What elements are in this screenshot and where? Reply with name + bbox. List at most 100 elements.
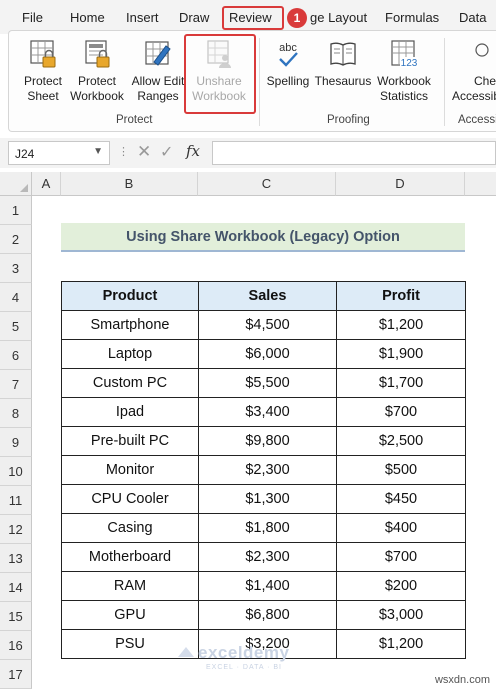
row-header[interactable]: 9 bbox=[0, 428, 32, 457]
cell-profit[interactable]: $1,700 bbox=[336, 368, 466, 398]
cell-sales[interactable]: $1,300 bbox=[198, 484, 337, 514]
spelling-label: Spelling bbox=[266, 74, 310, 88]
column-header-c[interactable]: C bbox=[198, 172, 336, 196]
column-header-d[interactable]: D bbox=[336, 172, 465, 196]
cell-product[interactable]: Casing bbox=[61, 513, 199, 543]
row-header[interactable]: 8 bbox=[0, 399, 32, 428]
cell-profit[interactable]: $1,900 bbox=[336, 339, 466, 369]
cell-product[interactable]: Smartphone bbox=[61, 310, 199, 340]
tab-data[interactable]: Data bbox=[459, 10, 486, 25]
insert-function-button[interactable]: fx bbox=[186, 142, 200, 160]
tab-page-layout[interactable]: ge Layout bbox=[310, 10, 367, 25]
protect-group-label: Protect bbox=[116, 114, 153, 126]
protect-sheet-label-1: Protect bbox=[23, 74, 62, 88]
tab-insert[interactable]: Insert bbox=[126, 10, 159, 25]
ribbon-tab-bar: File Home Insert Draw Review ge Layout F… bbox=[0, 0, 496, 34]
watermark-name: exceldemy bbox=[198, 643, 290, 662]
row-header[interactable]: 5 bbox=[0, 312, 32, 341]
workbook-statistics-icon: 123 bbox=[391, 40, 418, 69]
cell-product[interactable]: Ipad bbox=[61, 397, 199, 427]
cell-sales[interactable]: $4,500 bbox=[198, 310, 337, 340]
cell-profit[interactable]: $700 bbox=[336, 542, 466, 572]
cell-sales[interactable]: $6,000 bbox=[198, 339, 337, 369]
row-header[interactable]: 7 bbox=[0, 370, 32, 399]
allow-edit-ranges-label-2: Ranges bbox=[137, 89, 179, 103]
row-header[interactable]: 10 bbox=[0, 457, 32, 486]
column-header-e[interactable] bbox=[465, 172, 496, 196]
cell-profit[interactable]: $700 bbox=[336, 397, 466, 427]
cell-sales[interactable]: $1,400 bbox=[198, 571, 337, 601]
row-header[interactable]: 17 bbox=[0, 660, 32, 689]
review-tab-highlight bbox=[222, 6, 284, 30]
table-row: Custom PC $5,500 $1,700 bbox=[61, 368, 466, 398]
select-all-corner[interactable] bbox=[0, 172, 32, 196]
cell-profit[interactable]: $400 bbox=[336, 513, 466, 543]
cell-profit[interactable]: $450 bbox=[336, 484, 466, 514]
worksheet-grid[interactable]: A B C D 1 2 3 4 5 6 7 8 9 10 11 12 13 14… bbox=[0, 172, 496, 690]
row-header[interactable]: 14 bbox=[0, 573, 32, 602]
row-header[interactable]: 11 bbox=[0, 486, 32, 515]
cell-profit[interactable]: $1,200 bbox=[336, 310, 466, 340]
spelling-icon-text: abc bbox=[279, 42, 297, 54]
formula-input[interactable] bbox=[212, 141, 496, 165]
row-header[interactable]: 3 bbox=[0, 254, 32, 283]
tab-file[interactable]: File bbox=[22, 10, 43, 25]
column-header-a[interactable]: A bbox=[32, 172, 61, 196]
spelling-button[interactable]: abc Spelling bbox=[264, 38, 312, 89]
chevron-down-icon[interactable]: ▼ bbox=[93, 146, 103, 157]
cell-profit[interactable]: $2,500 bbox=[336, 426, 466, 456]
tab-draw[interactable]: Draw bbox=[179, 10, 209, 25]
cell-sales[interactable]: $6,800 bbox=[198, 600, 337, 630]
cell-sales[interactable]: $9,800 bbox=[198, 426, 337, 456]
table-row: Motherboard $2,300 $700 bbox=[61, 542, 466, 572]
cell-product[interactable]: Laptop bbox=[61, 339, 199, 369]
row-header[interactable]: 16 bbox=[0, 631, 32, 660]
row-header[interactable]: 13 bbox=[0, 544, 32, 573]
cell-product[interactable]: Motherboard bbox=[61, 542, 199, 572]
row-header[interactable]: 4 bbox=[0, 283, 32, 312]
row-header[interactable]: 6 bbox=[0, 341, 32, 370]
protect-sheet-icon bbox=[30, 40, 56, 68]
name-box[interactable]: J24 ▼ bbox=[8, 141, 110, 165]
header-sales[interactable]: Sales bbox=[198, 281, 337, 311]
cell-product[interactable]: Custom PC bbox=[61, 368, 199, 398]
tab-home[interactable]: Home bbox=[70, 10, 105, 25]
watermark-tagline: EXCEL · DATA · BI bbox=[206, 664, 282, 671]
cell-profit[interactable]: $500 bbox=[336, 455, 466, 485]
check-accessibility-button[interactable]: Che Accessib bbox=[452, 38, 496, 104]
cell-sales[interactable]: $2,300 bbox=[198, 542, 337, 572]
cancel-icon[interactable]: ✕ bbox=[137, 142, 151, 162]
cell-profit[interactable]: $1,200 bbox=[336, 629, 466, 659]
cell-product[interactable]: Pre-built PC bbox=[61, 426, 199, 456]
cell-sales[interactable]: $5,500 bbox=[198, 368, 337, 398]
row-header[interactable]: 2 bbox=[0, 225, 32, 254]
tab-formulas[interactable]: Formulas bbox=[385, 10, 439, 25]
cell-product[interactable]: RAM bbox=[61, 571, 199, 601]
site-watermark: wsxdn.com bbox=[434, 674, 490, 686]
data-table: Product Sales Profit Smartphone $4,500 $1,… bbox=[61, 281, 466, 659]
cell-profit[interactable]: $3,000 bbox=[336, 600, 466, 630]
row-header[interactable]: 12 bbox=[0, 515, 32, 544]
header-profit[interactable]: Profit bbox=[336, 281, 466, 311]
cell-product[interactable]: GPU bbox=[61, 600, 199, 630]
cell-sales[interactable]: $1,800 bbox=[198, 513, 337, 543]
header-product[interactable]: Product bbox=[61, 281, 199, 311]
cell-product[interactable]: Monitor bbox=[61, 455, 199, 485]
cell-product[interactable]: CPU Cooler bbox=[61, 484, 199, 514]
table-row: Monitor $2,300 $500 bbox=[61, 455, 466, 485]
column-header-b[interactable]: B bbox=[61, 172, 198, 196]
group-separator bbox=[259, 38, 260, 126]
cell-sales[interactable]: $2,300 bbox=[198, 455, 337, 485]
thesaurus-button[interactable]: Thesaurus bbox=[314, 38, 372, 89]
table-row: Laptop $6,000 $1,900 bbox=[61, 339, 466, 369]
enter-check-icon[interactable]: ✓ bbox=[160, 142, 173, 162]
sheet-title[interactable]: Using Share Workbook (Legacy) Option bbox=[61, 223, 465, 252]
allow-edit-ranges-button[interactable]: Allow Edit Ranges bbox=[128, 38, 188, 104]
workbook-statistics-button[interactable]: 123 Workbook Statistics bbox=[374, 38, 434, 104]
row-header[interactable]: 15 bbox=[0, 602, 32, 631]
protect-workbook-button[interactable]: Protect Workbook bbox=[68, 38, 126, 104]
row-header[interactable]: 1 bbox=[0, 196, 32, 225]
cell-sales[interactable]: $3,400 bbox=[198, 397, 337, 427]
cell-profit[interactable]: $200 bbox=[336, 571, 466, 601]
protect-sheet-button[interactable]: Protect Sheet bbox=[20, 38, 66, 104]
